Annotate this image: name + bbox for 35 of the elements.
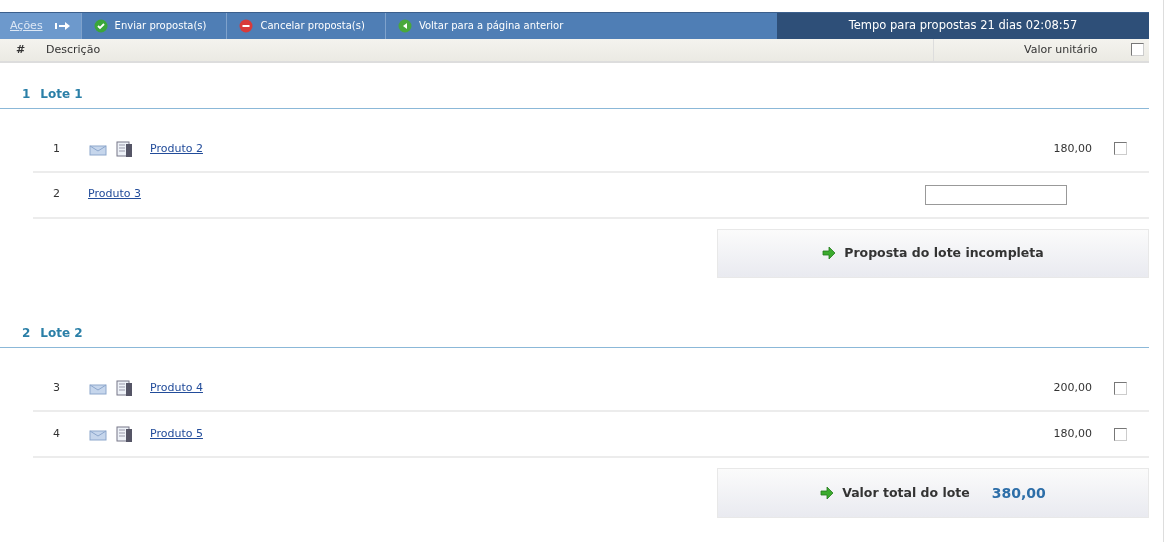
product-link[interactable]: Produto 3	[88, 186, 141, 203]
column-header: #	[15, 41, 27, 58]
panel-label: Valor total do lote	[842, 483, 970, 502]
arrow-icon	[54, 19, 71, 32]
minus-icon	[239, 18, 254, 33]
back-button[interactable]: Voltar para a página anterior	[384, 13, 584, 39]
row-number: 3	[52, 380, 61, 397]
arrow-icon	[820, 486, 835, 501]
select-all-checkbox[interactable]	[1130, 43, 1144, 57]
product-link[interactable]: Produto 4	[150, 380, 203, 397]
lot-title: Lote 1	[40, 85, 83, 103]
lot-number: 1	[22, 85, 31, 103]
unit-value: 200,00	[1053, 380, 1092, 397]
product-link[interactable]: Produto 2	[150, 140, 203, 157]
row-number: 4	[52, 425, 61, 442]
countdown-timer: Tempo para propostas 21 dias 02:08:57	[777, 13, 1149, 39]
total-value: 380,00	[991, 483, 1046, 503]
lot-title: Lote 2	[40, 325, 83, 343]
column-header: Valor unitário	[1024, 41, 1098, 58]
panel-label: Proposta do lote incompleta	[844, 244, 1044, 263]
send-button[interactable]: Enviar proposta(s)	[80, 13, 227, 39]
cancel-button[interactable]: Cancelar proposta(s)	[226, 13, 385, 39]
row-number: 2	[52, 186, 61, 203]
product-link[interactable]: Produto 5	[150, 425, 203, 443]
row-checkbox[interactable]	[1114, 427, 1127, 441]
unit-value-field[interactable]	[925, 184, 1067, 205]
row-checkbox[interactable]	[1114, 142, 1127, 156]
lot-number: 2	[22, 325, 31, 343]
unit-value: 180,00	[1053, 425, 1092, 442]
column-header: Descrição	[46, 41, 101, 58]
row-checkbox[interactable]	[1114, 381, 1127, 395]
check-icon	[93, 18, 108, 33]
arrow-icon	[822, 246, 837, 261]
row-number: 1	[52, 140, 61, 157]
unit-value: 180,00	[1053, 140, 1092, 157]
